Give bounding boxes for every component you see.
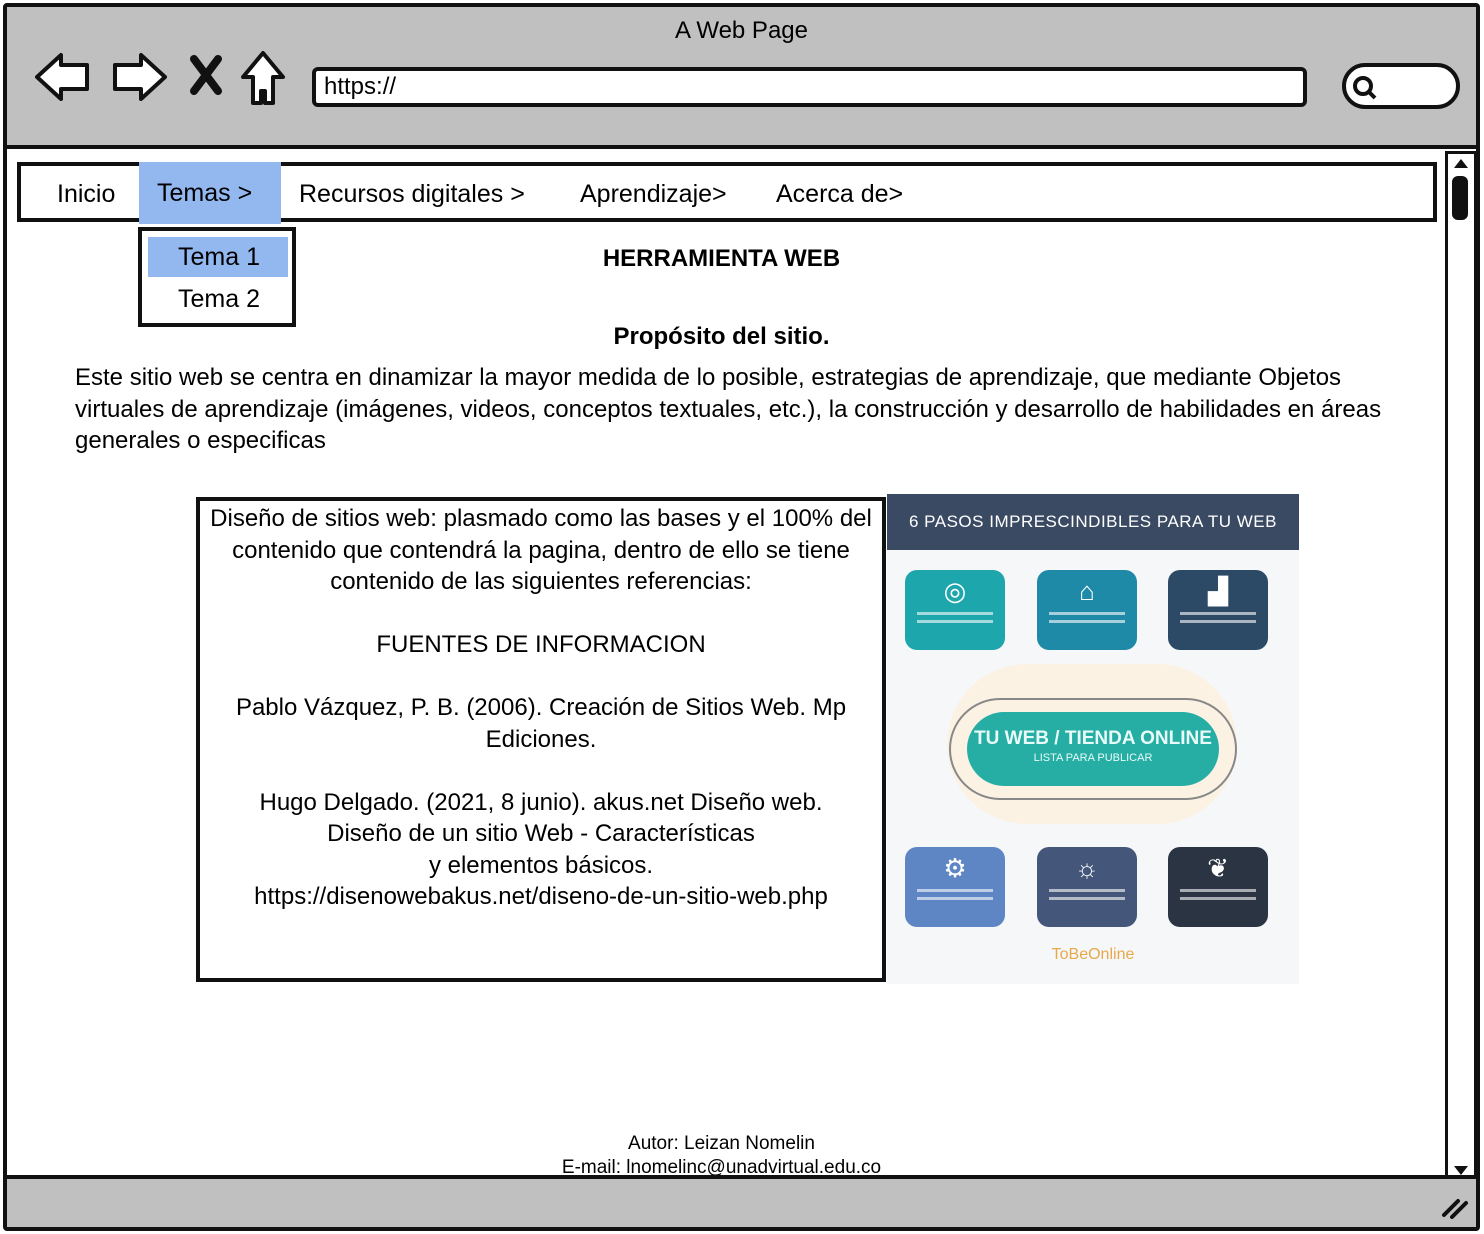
scrollbar-thumb[interactable] [1452, 176, 1468, 220]
reference-2-url[interactable]: https://disenowebakus.net/diseno-de-un-s… [200, 881, 882, 913]
home-icon[interactable] [239, 49, 287, 107]
reference-2-line-2: Diseño de un sitio Web - Características [327, 820, 755, 847]
window-title: A Web Page [675, 17, 808, 44]
vertical-scrollbar[interactable] [1445, 151, 1477, 1183]
card-house: ⌂ [1037, 570, 1137, 650]
scroll-up-icon[interactable] [1452, 156, 1470, 170]
menu-item-aprendizaje[interactable]: Aprendizaje> [562, 166, 745, 226]
footer-author: Autor: Leizan Nomelin [628, 1133, 815, 1154]
search-field[interactable] [1342, 63, 1460, 109]
card-plant-hand: ❦ [1168, 847, 1268, 927]
gears-icon: ⚙ [943, 853, 967, 883]
center-title: TU WEB / TIENDA ONLINE [974, 728, 1212, 749]
infographic-center: TU WEB / TIENDA ONLINE LISTA PARA PUBLIC… [967, 712, 1219, 786]
purpose-paragraph: Este sitio web se centra en dinamizar la… [75, 364, 1382, 454]
plant-hand-icon: ❦ [1207, 853, 1229, 883]
dropdown-item-tema-2[interactable]: Tema 2 [148, 279, 288, 319]
resize-grip-icon[interactable] [1440, 1193, 1470, 1219]
box-intro: Diseño de sitios web: plasmado como las … [210, 505, 872, 595]
chart-icon: ▟ [1208, 576, 1228, 606]
reference-2-line-3: y elementos básicos. [428, 851, 654, 879]
menu-item-acerca-de[interactable]: Acerca de> [758, 166, 921, 226]
browser-window: A Web Page https:// Inicio Temas > Recur… [3, 3, 1480, 1231]
target-icon: ◎ [943, 576, 967, 606]
reference-1: Pablo Vázquez, P. B. (2006). Creación de… [235, 694, 847, 753]
lightbulb-icon: ☼ [1075, 853, 1099, 883]
menu-bar: Inicio Temas > Recursos digitales > Apre… [17, 162, 1437, 224]
menu-item-inicio[interactable]: Inicio [39, 166, 133, 226]
reference-2-line-1: Hugo Delgado. (2021, 8 junio). akus.net … [259, 788, 823, 816]
status-bar [7, 1175, 1476, 1227]
sources-title: FUENTES DE INFORMACION [376, 631, 706, 658]
temas-dropdown: Tema 1 Tema 2 [138, 227, 296, 327]
browser-toolbar: A Web Page https:// [7, 7, 1476, 149]
infographic-image: 6 PASOS IMPRESCINDIBLES PARA TU WEB ◎ ⌂ … [887, 494, 1299, 984]
card-target: ◎ [905, 570, 1005, 650]
card-chart: ▟ [1168, 570, 1268, 650]
card-gears: ⚙ [905, 847, 1005, 927]
infographic-title: 6 PASOS IMPRESCINDIBLES PARA TU WEB [887, 494, 1299, 550]
menu-item-recursos-digitales[interactable]: Recursos digitales > [281, 166, 543, 226]
house-icon: ⌂ [1079, 576, 1095, 606]
footer: Autor: Leizan Nomelin E-mail: lnomelinc@… [7, 1132, 1436, 1180]
back-arrow-icon[interactable] [33, 49, 95, 105]
menu-item-temas[interactable]: Temas > [139, 162, 281, 224]
infographic-logo: ToBeOnline [1051, 946, 1135, 963]
page-heading: HERRAMIENTA WEB [602, 245, 841, 272]
center-subtitle: LISTA PARA PUBLICAR [1033, 752, 1153, 764]
purpose-heading: Propósito del sitio. [613, 323, 830, 350]
url-input[interactable]: https:// [312, 67, 1307, 107]
search-icon [1353, 76, 1377, 100]
forward-arrow-icon[interactable] [109, 49, 171, 105]
card-lightbulb: ☼ [1037, 847, 1137, 927]
stop-x-icon[interactable] [189, 55, 223, 95]
references-box: Diseño de sitios web: plasmado como las … [196, 497, 886, 982]
